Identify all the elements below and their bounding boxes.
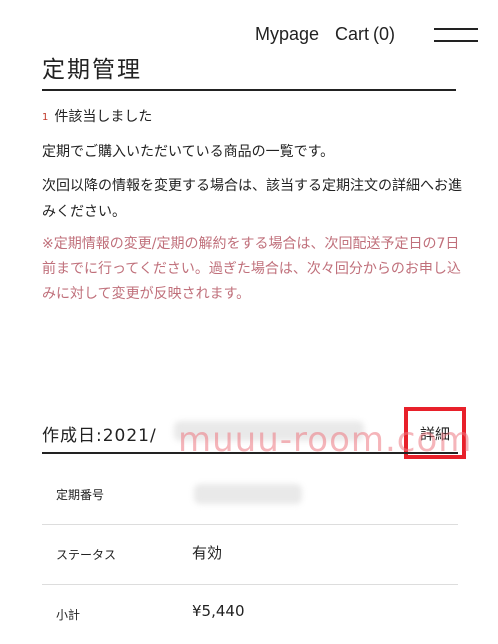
change-deadline-warning: ※定期情報の変更/定期の解約をする場合は、次回配送予定日の7日前までに行ってくだ… [42, 236, 461, 302]
result-count: 1 [42, 112, 49, 123]
cart-count: (0) [373, 24, 396, 44]
subscription-number-row: 定期番号 [42, 466, 458, 525]
redacted-subscription-number [194, 484, 302, 504]
page-title: 定期管理 [42, 57, 142, 83]
instruction-list-description: 定期でご購入いただいている商品の一覧です。 [42, 144, 335, 160]
subscription-number-label: 定期番号 [56, 488, 105, 502]
title-divider [42, 89, 456, 91]
created-date-label: 作成日:2021/ [42, 426, 157, 446]
subtotal-label: 小計 [56, 608, 81, 622]
order-header-divider [42, 452, 458, 454]
cart-label: Cart [335, 24, 370, 44]
result-count-text: 件該当しました [54, 109, 153, 125]
header: Mypage Cart (0) [0, 22, 498, 50]
menu-bar-bottom [434, 40, 478, 42]
instruction-change-details: 次回以降の情報を変更する場合は、該当する定期注文の詳細へお進みください。 [42, 178, 462, 220]
redacted-date [174, 421, 364, 441]
menu-bar-top [434, 28, 478, 30]
result-count-line: 1 件該当しました [42, 106, 152, 126]
status-label: ステータス [56, 548, 117, 562]
subtotal-row: 小計 ¥5,440 [42, 586, 458, 644]
status-value: 有効 [192, 544, 223, 562]
cart-link[interactable]: Cart (0) [335, 24, 395, 45]
mypage-link[interactable]: Mypage [255, 24, 319, 45]
subtotal-value: ¥5,440 [192, 602, 245, 620]
status-row: ステータス 有効 [42, 526, 458, 585]
hamburger-menu-icon[interactable] [434, 26, 478, 46]
details-button[interactable]: 詳細 [416, 423, 454, 444]
order-created-row: 作成日:2021/ [42, 419, 456, 449]
